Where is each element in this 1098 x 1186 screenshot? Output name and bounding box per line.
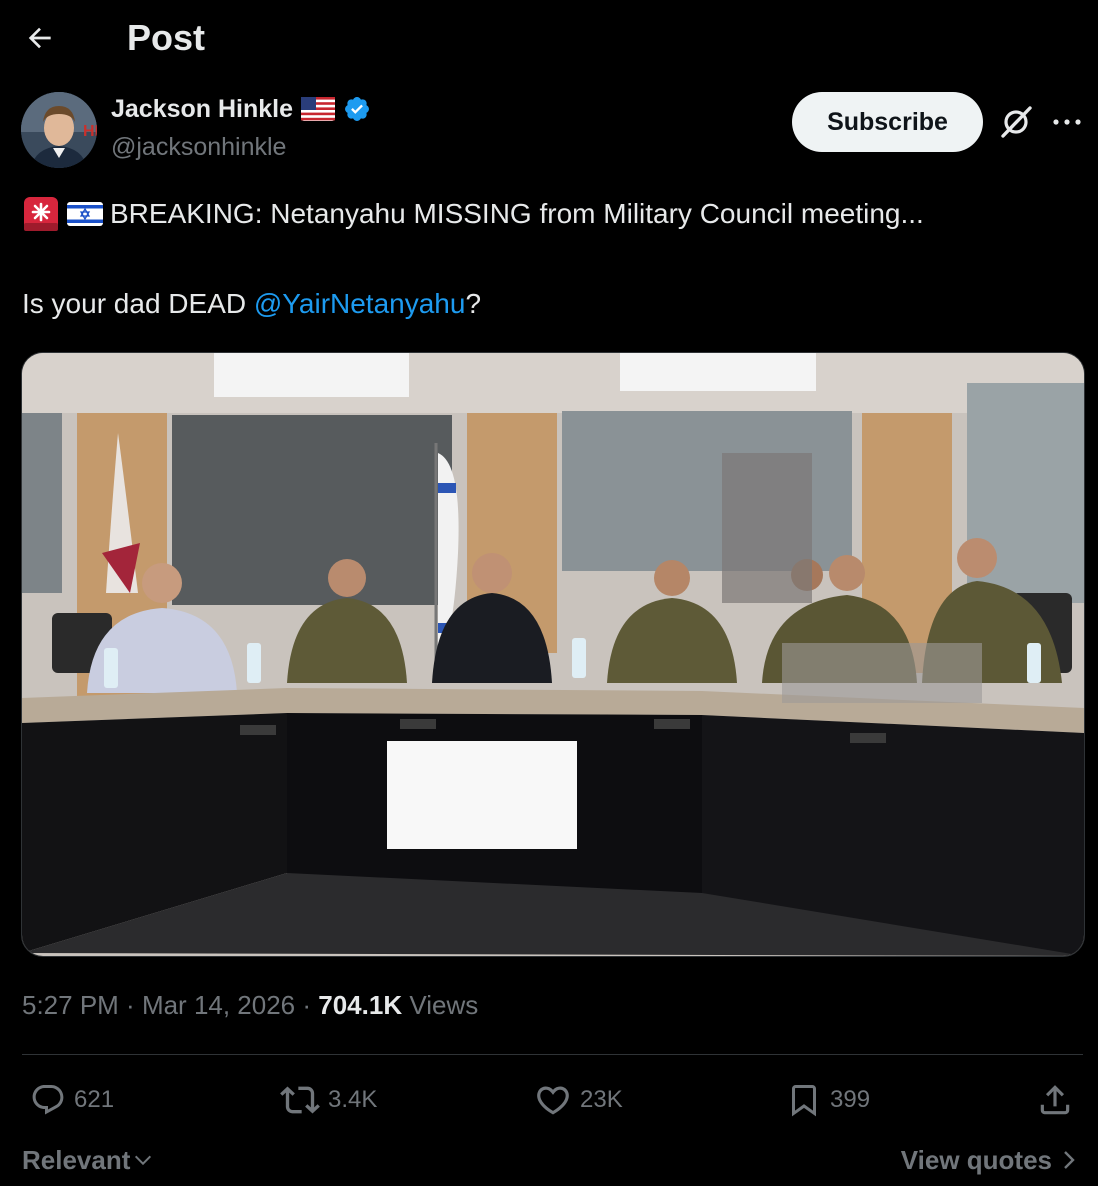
views-count: 704.1K — [318, 990, 403, 1020]
back-button[interactable] — [20, 18, 60, 58]
view-quotes-label: View quotes — [900, 1145, 1052, 1175]
post-time[interactable]: 5:27 PM — [22, 990, 119, 1020]
like-count: 23K — [580, 1086, 623, 1113]
grok-button[interactable] — [996, 102, 1036, 142]
post-meta: 5:27 PM · Mar 14, 2026 · 704.1K Views — [22, 986, 478, 1024]
photo-icon — [22, 353, 1084, 956]
us-flag-icon — [301, 97, 336, 121]
meta-separator: · — [295, 990, 319, 1020]
reply-button[interactable]: 621 — [30, 1078, 114, 1122]
post-text-line2: Is your dad DEAD @YairNetanyahu? — [22, 284, 481, 324]
top-bar: Post — [0, 0, 1098, 76]
post-text-suffix: ? — [465, 288, 482, 319]
post-text-line1: BREAKING: Netanyahu MISSING from Militar… — [22, 194, 924, 234]
meta-separator: · — [118, 990, 142, 1020]
post-text-prefix: Is your dad DEAD — [22, 288, 254, 319]
chevron-right-icon — [1064, 1151, 1075, 1169]
more-options-button[interactable] — [1048, 106, 1088, 138]
bookmark-count: 399 — [830, 1086, 871, 1113]
post-page: Post HB Jackson Hinkle @ — [0, 0, 1098, 1186]
grok-icon — [1001, 106, 1032, 138]
like-button[interactable]: 23K — [534, 1078, 623, 1122]
sort-dropdown[interactable]: Relevant — [22, 1142, 154, 1178]
post-media[interactable] — [21, 352, 1085, 957]
arrow-left-icon — [28, 27, 51, 49]
rotating-light-icon — [24, 197, 58, 231]
author-handle[interactable]: @jacksonhinkle — [111, 130, 286, 164]
divider — [22, 1054, 1083, 1055]
bookmark-icon — [792, 1085, 816, 1117]
chevron-down-icon — [135, 1155, 152, 1166]
israel-flag-icon — [67, 202, 103, 226]
avatar-image: HB — [21, 92, 97, 168]
author-name-row[interactable]: Jackson Hinkle — [111, 92, 371, 126]
more-icon — [1053, 119, 1081, 125]
avatar-badge-text: HB — [83, 123, 97, 140]
post-date[interactable]: Mar 14, 2026 — [142, 990, 295, 1020]
share-button[interactable] — [1036, 1078, 1074, 1122]
post-headline: BREAKING: Netanyahu MISSING from Militar… — [110, 198, 924, 229]
repost-icon — [280, 1086, 320, 1114]
heart-icon — [537, 1086, 569, 1115]
page-title: Post — [127, 17, 206, 58]
repost-button[interactable]: 3.4K — [280, 1078, 377, 1122]
reply-count: 621 — [74, 1086, 115, 1113]
view-quotes-link[interactable]: View quotes — [901, 1142, 1078, 1178]
verified-badge-icon — [345, 97, 369, 121]
bookmark-button[interactable]: 399 — [786, 1078, 870, 1122]
mention-link[interactable]: @YairNetanyahu — [254, 288, 466, 319]
sort-label: Relevant — [22, 1145, 131, 1175]
reply-icon — [32, 1085, 64, 1115]
subscribe-button[interactable]: Subscribe — [792, 92, 983, 152]
avatar[interactable]: HB — [21, 92, 97, 168]
author-name[interactable]: Jackson Hinkle — [111, 92, 293, 126]
repost-count: 3.4K — [328, 1086, 378, 1113]
share-icon — [1040, 1085, 1070, 1115]
views-label: Views — [402, 990, 479, 1020]
